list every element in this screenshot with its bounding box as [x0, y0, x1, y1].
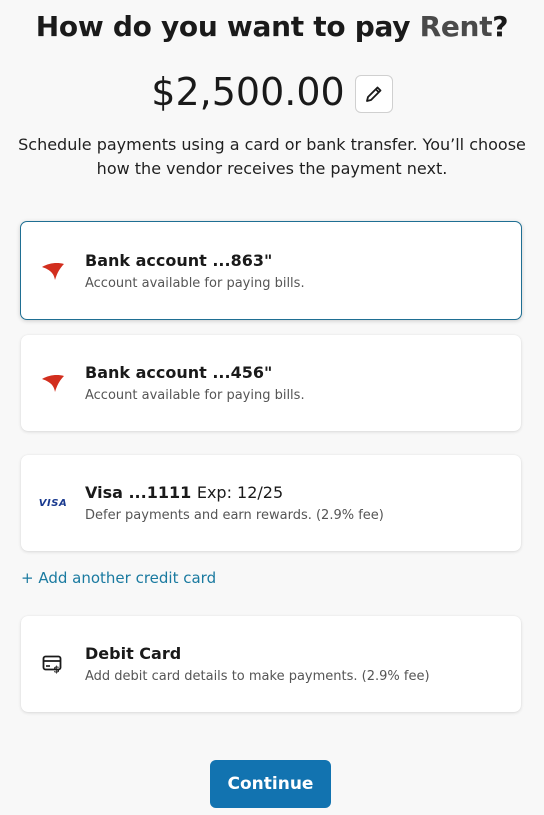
bank-icon-wrap	[21, 372, 85, 394]
svg-text:$: $	[53, 666, 59, 675]
edit-amount-button[interactable]	[354, 75, 393, 113]
payment-option-title: Debit Card	[85, 644, 182, 663]
visa-logo-icon: VISA	[38, 497, 68, 509]
bank-swoosh-icon	[42, 262, 64, 280]
payment-method-page: How do you want to pay Rent? $2,500.00 S…	[0, 0, 544, 815]
payment-option-description: Account available for paying bills.	[85, 388, 305, 403]
payment-option-debit-card[interactable]: $ Debit Card Add debit card details to m…	[21, 616, 521, 712]
title-suffix: ?	[492, 10, 509, 43]
vendor-name: Rent	[419, 10, 493, 43]
add-credit-card-link[interactable]: + Add another credit card	[21, 569, 216, 587]
amount-row: $2,500.00	[0, 70, 544, 114]
bank-icon-wrap	[21, 260, 85, 282]
continue-button[interactable]: Continue	[210, 760, 331, 808]
payment-option-description: Add debit card details to make payments.…	[85, 669, 430, 684]
page-title: How do you want to pay Rent?	[0, 10, 544, 43]
payment-amount: $2,500.00	[151, 70, 345, 114]
payment-option-visa-1111[interactable]: VISA Visa ...1111 Exp: 12/25 Defer payme…	[21, 455, 521, 551]
debit-card-icon-wrap: $	[21, 654, 85, 674]
visa-icon-wrap: VISA	[21, 498, 85, 509]
debit-card-icon: $	[42, 655, 62, 675]
card-expiry: Exp: 12/25	[196, 483, 284, 502]
payment-option-description: Account available for paying bills.	[85, 275, 305, 291]
pencil-icon	[365, 86, 382, 102]
bank-swoosh-icon	[42, 375, 64, 392]
payment-option-title: Bank account ...456"	[85, 363, 273, 382]
title-prefix: How do you want to pay	[35, 10, 420, 43]
payment-option-description: Defer payments and earn rewards. (2.9% f…	[85, 508, 384, 523]
card-number: Visa ...1111	[85, 483, 192, 502]
payment-option-bank-456[interactable]: Bank account ...456" Account available f…	[21, 335, 521, 431]
subtitle: Schedule payments using a card or bank t…	[18, 135, 526, 178]
payment-option-bank-863[interactable]: Bank account ...863" Account available f…	[20, 221, 522, 320]
payment-option-title: Bank account ...863"	[85, 250, 273, 270]
payment-option-title: Visa ...1111 Exp: 12/25	[85, 483, 384, 502]
